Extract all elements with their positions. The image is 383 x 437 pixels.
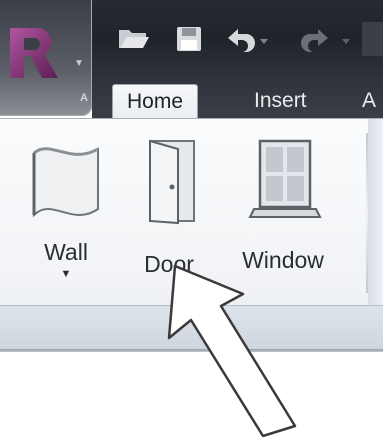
wall-dropdown-icon[interactable]: ▼: [61, 268, 72, 280]
save-icon[interactable]: [172, 22, 206, 56]
door-icon: [149, 139, 195, 225]
ribbon-tab-row: Home Insert A: [92, 80, 383, 119]
wall-button[interactable]: Wall ▼: [28, 135, 104, 280]
tab-annotate[interactable]: A: [354, 84, 383, 118]
window-button[interactable]: Window: [240, 135, 326, 274]
door-button[interactable]: Door: [138, 135, 200, 278]
application-menu-button[interactable]: ▼ A: [0, 0, 92, 116]
wall-icon: [32, 147, 99, 218]
tab-insert[interactable]: Insert: [240, 84, 321, 118]
window-icon: [248, 139, 322, 218]
separator-icon: [362, 22, 383, 56]
app-menu-letter: A: [80, 92, 88, 104]
open-folder-icon[interactable]: [114, 22, 154, 56]
next-panel-edge: [368, 119, 383, 305]
undo-icon[interactable]: [222, 22, 272, 56]
pointer-arrow-icon: [167, 264, 297, 437]
revit-r-logo: [10, 28, 58, 78]
app-menu-dropdown-icon: ▼: [74, 58, 84, 69]
tab-home[interactable]: Home: [112, 84, 199, 119]
redo-icon[interactable]: [296, 22, 356, 56]
wall-label: Wall: [44, 239, 88, 265]
